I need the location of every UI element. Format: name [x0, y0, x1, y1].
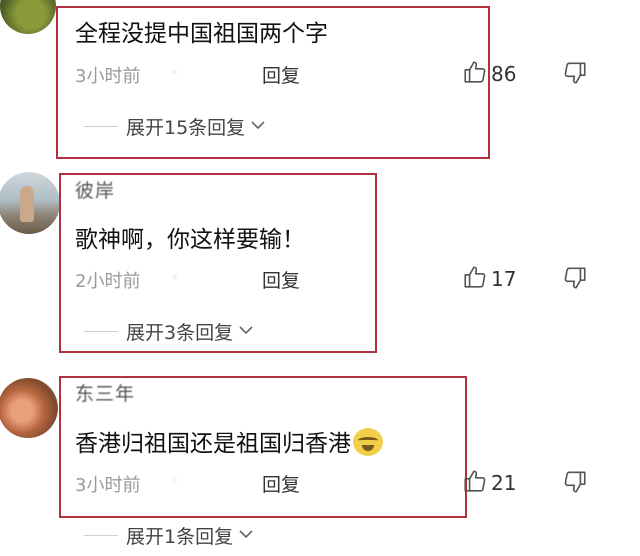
chevron-down-icon: [233, 524, 256, 548]
comment-3-username[interactable]: 东三年: [75, 379, 135, 406]
divider-line: [84, 535, 118, 536]
comment-3-dislike-button[interactable]: [562, 469, 588, 499]
divider-line: [84, 331, 118, 332]
comment-1-location: ·: [172, 62, 178, 83]
comment-3-avatar[interactable]: [0, 378, 58, 438]
comment-3-time: 3小时前: [75, 475, 141, 496]
comment-1-time: 3小时前: [75, 66, 141, 87]
thumbs-up-icon: [462, 468, 488, 498]
expand-replies-label: 展开15条回复: [126, 117, 246, 139]
comment-3-like-count: 21: [491, 471, 517, 495]
comment-3-reply-button[interactable]: 回复: [262, 470, 300, 497]
comment-1-like-button[interactable]: 86: [462, 59, 516, 89]
laughing-emoji-icon: [353, 428, 383, 456]
comment-2-time: 2小时前: [75, 271, 141, 292]
comment-2-like-count: 17: [491, 267, 517, 291]
thumbs-down-icon: [562, 267, 588, 295]
chevron-down-icon: [245, 115, 268, 139]
comment-3-text: 香港归祖国还是祖国归香港: [75, 431, 351, 457]
divider-line: [84, 126, 118, 127]
comment-3-location: ·: [172, 471, 178, 492]
expand-replies-label: 展开1条回复: [126, 526, 234, 548]
comment-2-reply-button[interactable]: 回复: [262, 266, 300, 293]
comment-3-like-button[interactable]: 21: [462, 468, 516, 498]
comment-2-location: ·: [172, 267, 178, 288]
thumbs-up-icon: [462, 264, 488, 294]
comment-2-like-button[interactable]: 17: [462, 264, 516, 294]
thumbs-down-icon: [562, 471, 588, 499]
comment-1-like-count: 86: [491, 62, 517, 86]
comment-1-expand-replies[interactable]: 展开15条回复: [84, 113, 268, 140]
comment-3-text-row: 香港归祖国还是祖国归香港: [75, 424, 383, 458]
comment-2-text: 歌神啊，你这样要输！: [75, 227, 305, 253]
comment-2-username[interactable]: 彼岸: [75, 176, 115, 203]
comment-3-expand-replies[interactable]: 展开1条回复: [84, 522, 256, 549]
comment-2-expand-replies[interactable]: 展开3条回复: [84, 318, 256, 345]
comment-1-reply-button[interactable]: 回复: [262, 61, 300, 88]
thumbs-down-icon: [562, 62, 588, 90]
comment-1-text: 全程没提中国祖国两个字: [75, 21, 328, 47]
comment-1-dislike-button[interactable]: [562, 60, 588, 90]
expand-replies-label: 展开3条回复: [126, 322, 234, 344]
chevron-down-icon: [233, 320, 256, 344]
thumbs-up-icon: [462, 59, 488, 89]
comment-2-avatar[interactable]: [0, 172, 60, 234]
comment-1-avatar[interactable]: [0, 0, 56, 34]
comment-2-dislike-button[interactable]: [562, 265, 588, 295]
